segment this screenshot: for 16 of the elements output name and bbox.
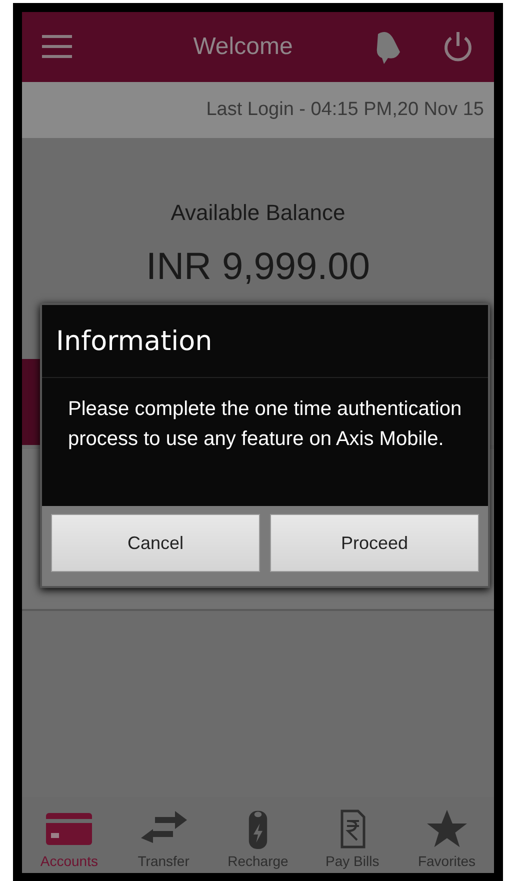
nav-item[interactable]: Pay Bills [307, 809, 398, 869]
last-login-text: Last Login - 04:15 PM,20 Nov 15 [206, 99, 484, 121]
power-icon[interactable] [442, 30, 474, 64]
dialog-title: Information [42, 305, 488, 378]
bell-icon[interactable] [374, 30, 402, 64]
dialog-button[interactable]: Cancel [51, 514, 260, 572]
menu-icon[interactable] [42, 34, 72, 60]
nav-item[interactable]: Transfer [118, 809, 209, 869]
dialog-message: Please complete the one time authentication process to use any feature on Axis Mobile. [68, 397, 463, 452]
balance-amount: INR 9,999.00 [146, 246, 370, 289]
balance-label: Available Balance [170, 200, 346, 226]
dialog-button[interactable]: Proceed [270, 514, 479, 572]
nav-item[interactable]: Accounts [24, 809, 114, 869]
header-title: Welcome [192, 33, 294, 61]
nav-item[interactable]: Favorites [402, 809, 492, 869]
nav-item[interactable]: Recharge [212, 809, 303, 869]
